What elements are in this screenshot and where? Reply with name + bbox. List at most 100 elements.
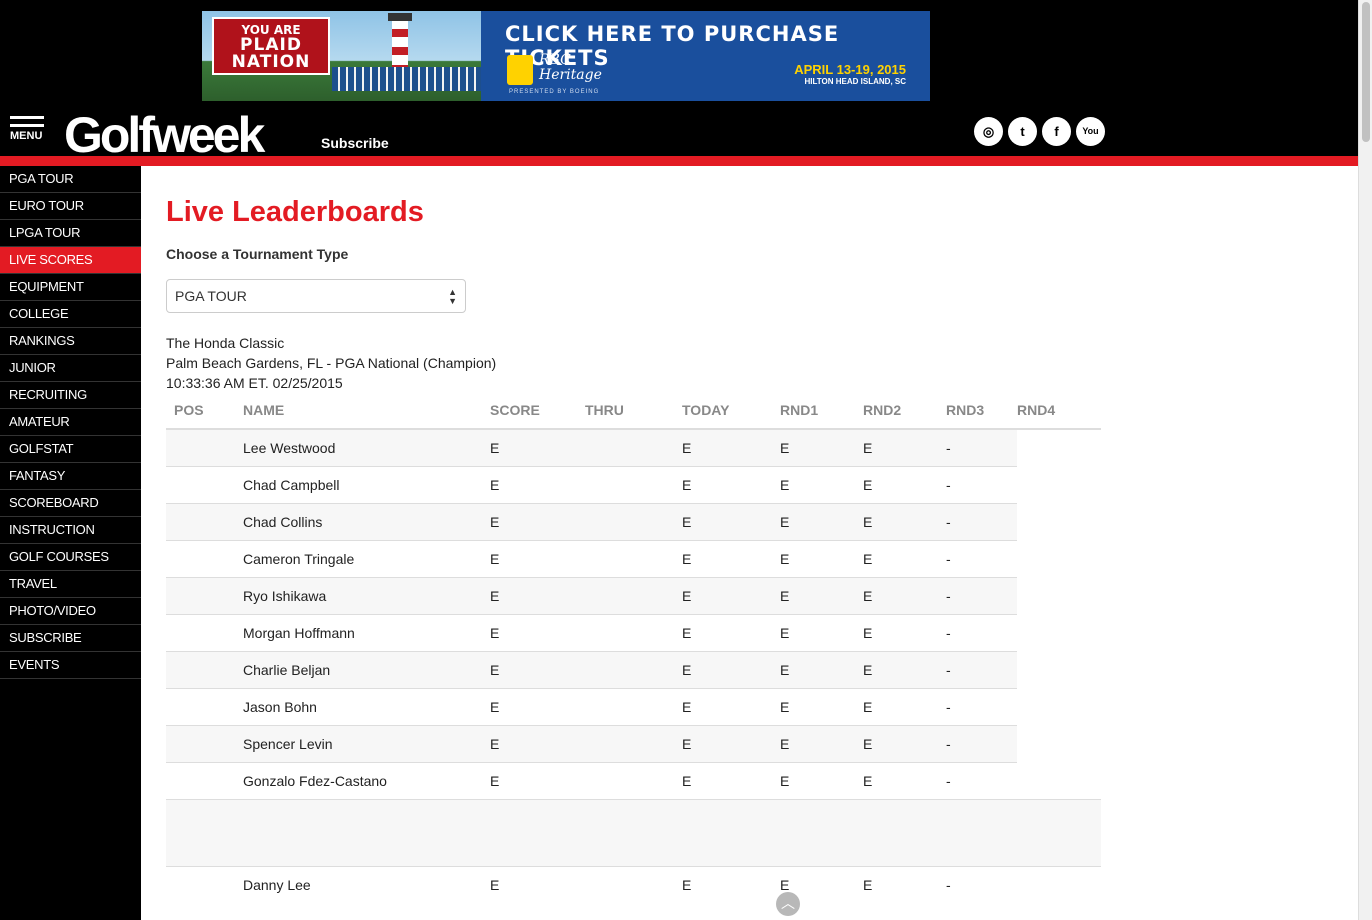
twitter-icon[interactable]: t (1008, 117, 1037, 146)
sidebar-item-recruiting[interactable]: RECRUITING (0, 382, 141, 409)
cell-score: E (486, 502, 585, 540)
youtube-icon[interactable]: You (1076, 117, 1105, 146)
ad-brand-line2: Heritage (539, 67, 602, 83)
col-rnd1[interactable]: RND1 (776, 391, 859, 430)
col-today[interactable]: TODAY (678, 391, 776, 430)
cell-rnd4 (1017, 614, 1101, 651)
table-row[interactable]: Charlie Beljan E E E E - (166, 650, 1101, 688)
cell-rnd2: E (859, 687, 942, 725)
sidebar-item-college[interactable]: COLLEGE (0, 301, 141, 328)
sidebar-item-scoreboard[interactable]: SCOREBOARD (0, 490, 141, 517)
menu-label: MENU (10, 130, 43, 142)
cell-score: E (486, 613, 585, 651)
sidebar-item-lpga-tour[interactable]: LPGA TOUR (0, 220, 141, 247)
sidebar-item-photo-video[interactable]: PHOTO/VIDEO (0, 598, 141, 625)
cell-thru (585, 576, 678, 614)
cell-rnd3: - (942, 502, 1017, 540)
sidebar-item-subscribe[interactable]: SUBSCRIBE (0, 625, 141, 652)
cell-name: Charlie Beljan (243, 650, 486, 688)
grandstand-graphic (332, 67, 481, 91)
facebook-icon[interactable]: f (1042, 117, 1071, 146)
tournament-time: 10:33:36 AM ET. 02/25/2015 (166, 375, 343, 391)
cell-today: E (678, 502, 776, 540)
col-rnd4[interactable]: RND4 (1017, 391, 1101, 430)
table-row[interactable]: Morgan Hoffmann E E E E - (166, 613, 1101, 651)
col-rnd2[interactable]: RND2 (859, 391, 942, 430)
sidebar-item-junior[interactable]: JUNIOR (0, 355, 141, 382)
table-row[interactable]: Chad Collins E E E E - (166, 502, 1101, 540)
cell-today: E (678, 687, 776, 725)
scroll-to-top-icon[interactable]: ︿ (776, 892, 800, 916)
col-score[interactable]: SCORE (486, 391, 585, 430)
instagram-icon[interactable]: ◎ (974, 117, 1003, 146)
table-row[interactable]: Gonzalo Fdez-Castano E E E E - (166, 761, 1101, 799)
cell-rnd3: - (942, 761, 1017, 799)
spacer-cell (166, 798, 1101, 867)
ad-banner[interactable]: YOU ARE PLAID NATION CLICK HERE TO PURCH… (202, 11, 930, 101)
cell-name: Gonzalo Fdez-Castano (243, 761, 486, 799)
sidebar-item-amateur[interactable]: AMATEUR (0, 409, 141, 436)
sidebar-item-instruction[interactable]: INSTRUCTION (0, 517, 141, 544)
table-row[interactable]: Chad Campbell E E E E - (166, 465, 1101, 503)
menu-button[interactable]: MENU (10, 116, 46, 158)
main-content: Live Leaderboards Choose a Tournament Ty… (141, 166, 1358, 920)
col-name[interactable]: NAME (243, 391, 486, 430)
ad-cta-panel[interactable]: CLICK HERE TO PURCHASE TICKETS RBC Herit… (481, 11, 930, 101)
ad-brand-line1: RBC (539, 52, 571, 68)
sidebar-item-euro-tour[interactable]: EURO TOUR (0, 193, 141, 220)
subscribe-link[interactable]: Subscribe (321, 135, 389, 151)
sidebar-item-events[interactable]: EVENTS (0, 652, 141, 679)
cell-rnd4 (1017, 503, 1101, 540)
cell-thru (585, 724, 678, 762)
table-row[interactable]: Lee Westwood E E E E - (166, 428, 1101, 466)
cell-name: Morgan Hoffmann (243, 613, 486, 651)
cell-today: E (678, 724, 776, 762)
cell-score: E (486, 428, 585, 466)
sidebar-item-equipment[interactable]: EQUIPMENT (0, 274, 141, 301)
cell-rnd2: E (859, 428, 942, 466)
cell-thru (585, 428, 678, 466)
cell-rnd2: E (859, 761, 942, 799)
page-scrollbar[interactable] (1358, 0, 1372, 920)
cell-today: E (678, 539, 776, 577)
table-row[interactable]: Danny Lee E E E E - (166, 865, 1101, 903)
cell-name: Danny Lee (243, 865, 486, 903)
cell-score: E (486, 650, 585, 688)
table-row[interactable]: Ryo Ishikawa E E E E - (166, 576, 1101, 614)
cell-today: E (678, 576, 776, 614)
col-pos[interactable]: POS (166, 391, 243, 430)
sidebar-item-pga-tour[interactable]: PGA TOUR (0, 166, 141, 193)
cell-thru (585, 761, 678, 799)
cell-rnd4 (1017, 688, 1101, 725)
col-rnd3[interactable]: RND3 (942, 391, 1017, 430)
cell-rnd1: E (776, 428, 859, 466)
sidebar-item-rankings[interactable]: RANKINGS (0, 328, 141, 355)
sidebar-item-fantasy[interactable]: FANTASY (0, 463, 141, 490)
table-row[interactable]: Cameron Tringale E E E E - (166, 539, 1101, 577)
sidebar-item-golf-courses[interactable]: GOLF COURSES (0, 544, 141, 571)
cell-pos (166, 502, 243, 540)
cell-today: E (678, 465, 776, 503)
tournament-name: The Honda Classic (166, 335, 285, 351)
tournament-type-select[interactable]: PGA TOUR ▲ ▼ (166, 279, 466, 313)
cell-thru (585, 465, 678, 503)
hamburger-icon-bar (10, 124, 44, 127)
cell-pos (166, 865, 243, 903)
cell-rnd1: E (776, 502, 859, 540)
cell-rnd4 (1017, 725, 1101, 762)
cell-rnd1: E (776, 650, 859, 688)
scrollbar-thumb[interactable] (1362, 2, 1370, 142)
cell-today: E (678, 865, 776, 903)
table-row[interactable]: Jason Bohn E E E E - (166, 687, 1101, 725)
ad-image: YOU ARE PLAID NATION (202, 11, 481, 101)
table-row[interactable]: Spencer Levin E E E E - (166, 724, 1101, 762)
col-thru[interactable]: THRU (585, 391, 678, 430)
ad-tagline-main: PLAID NATION (231, 35, 311, 72)
sidebar-item-travel[interactable]: TRAVEL (0, 571, 141, 598)
hamburger-icon (10, 116, 44, 119)
sidebar-item-live-scores[interactable]: LIVE SCORES (0, 247, 141, 274)
cell-rnd4 (1017, 429, 1101, 466)
tournament-location: Palm Beach Gardens, FL - PGA National (C… (166, 355, 497, 371)
sidebar-item-golfstat[interactable]: GOLFSTAT (0, 436, 141, 463)
cell-thru (585, 865, 678, 903)
